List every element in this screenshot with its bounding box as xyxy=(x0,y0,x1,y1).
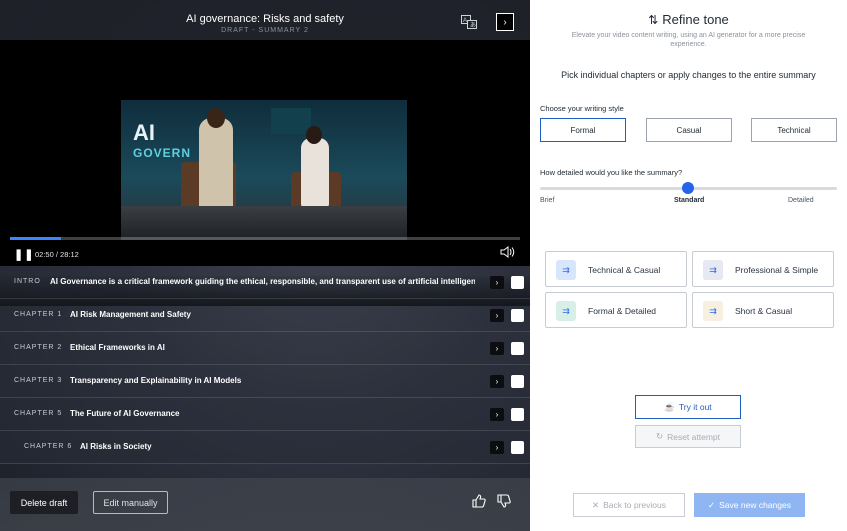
chevron-right-icon[interactable]: › xyxy=(490,441,504,454)
chapter-checkbox[interactable] xyxy=(511,276,524,289)
style-technical-button[interactable]: Technical xyxy=(751,118,837,142)
collapse-panel-icon[interactable]: › xyxy=(496,13,514,31)
translate-icon[interactable]: Aあ xyxy=(460,13,478,31)
chapter-tag: CHAPTER 6 xyxy=(24,443,73,450)
style-casual-button[interactable]: Casual xyxy=(646,118,732,142)
volume-icon[interactable] xyxy=(500,246,516,261)
thumbs-up-icon[interactable] xyxy=(472,494,486,511)
chapter-name: AI Risks in Society xyxy=(80,442,152,451)
chapter-name: Ethical Frameworks in AI xyxy=(70,343,165,352)
chapter-checkbox[interactable] xyxy=(511,375,524,388)
svg-text:あ: あ xyxy=(470,22,476,29)
player-controls: ❚❚ 02:50 / 28:12 xyxy=(0,232,530,266)
combo-label: Short & Casual xyxy=(735,306,793,316)
detail-level-brief: Brief xyxy=(540,197,555,204)
chapter-row-intro[interactable]: INTRO AI Governance is a critical framew… xyxy=(0,266,530,299)
sparkle-list-icon: ⇉ xyxy=(703,260,723,280)
playback-time: 02:50 / 28:12 xyxy=(35,250,79,259)
svg-text:A: A xyxy=(463,18,467,24)
draft-subtitle: DRAFT - SUMMARY 2 xyxy=(221,27,309,34)
chapter-name: The Future of AI Governance xyxy=(70,409,180,418)
pick-instructions: Pick individual chapters or apply change… xyxy=(561,70,816,80)
chapter-name: AI Risk Management and Safety xyxy=(70,310,191,319)
panel-title: Refine tone xyxy=(662,12,729,27)
chapter-name: Transparency and Explainability in AI Mo… xyxy=(70,376,242,385)
chevron-right-icon[interactable]: › xyxy=(490,309,504,322)
save-label: Save new changes xyxy=(719,500,791,510)
scene-logo: AI xyxy=(133,120,155,145)
chevron-right-icon[interactable]: › xyxy=(490,276,504,289)
chapter-tag: CHAPTER 5 xyxy=(14,410,63,417)
chapter-list: INTRO AI Governance is a critical framew… xyxy=(0,266,530,464)
chapter-row-6[interactable]: CHAPTER 6 AI Risks in Society › xyxy=(0,431,530,464)
chapter-row-2[interactable]: CHAPTER 2 Ethical Frameworks in AI › xyxy=(0,332,530,365)
delete-draft-button[interactable]: Delete draft xyxy=(10,491,78,514)
progress-bar[interactable] xyxy=(10,237,520,240)
sparkle-list-icon: ⇉ xyxy=(556,260,576,280)
tune-icon: ⇅ xyxy=(648,13,659,27)
chapter-row-3[interactable]: CHAPTER 3 Transparency and Explainabilit… xyxy=(0,365,530,398)
pause-icon[interactable]: ❚❚ xyxy=(14,248,34,261)
chevron-right-icon[interactable]: › xyxy=(490,342,504,355)
style-formal-button[interactable]: Formal xyxy=(540,118,626,142)
thumbs-down-icon[interactable] xyxy=(497,494,511,511)
close-icon: ✕ xyxy=(592,499,600,510)
chapter-tag: CHAPTER 2 xyxy=(14,344,63,351)
sparkle-list-icon: ⇉ xyxy=(703,301,723,321)
reset-attempt-button[interactable]: ↻ Reset attempt xyxy=(635,425,741,448)
cup-icon: ☕ xyxy=(664,401,675,412)
combo-professional-simple[interactable]: ⇉ Professional & Simple xyxy=(692,251,834,287)
detail-slider-handle[interactable] xyxy=(682,182,694,194)
detail-level-standard: Standard xyxy=(674,197,705,204)
panel-title-row: ⇅ Refine tone xyxy=(530,12,847,27)
edit-manually-button[interactable]: Edit manually xyxy=(93,491,168,514)
video-frame: AI GOVERN xyxy=(121,100,407,240)
chevron-right-icon[interactable]: › xyxy=(490,375,504,388)
chapter-checkbox[interactable] xyxy=(511,441,524,454)
chapter-row-5[interactable]: CHAPTER 5 The Future of AI Governance › xyxy=(0,398,530,431)
chapter-tag: CHAPTER 3 xyxy=(14,377,63,384)
combo-short-casual[interactable]: ⇉ Short & Casual xyxy=(692,292,834,328)
panel-description: Elevate your video content writing, usin… xyxy=(571,32,806,48)
back-to-previous-button[interactable]: ✕ Back to previous xyxy=(573,493,685,517)
chevron-right-icon[interactable]: › xyxy=(490,408,504,421)
detail-level-detailed: Detailed xyxy=(788,197,814,204)
refresh-icon: ↻ xyxy=(655,431,664,441)
try-label: Try it out xyxy=(678,402,712,412)
chapter-checkbox[interactable] xyxy=(511,309,524,322)
chapter-checkbox[interactable] xyxy=(511,408,524,421)
chapter-row-1[interactable]: CHAPTER 1 AI Risk Management and Safety … xyxy=(0,299,530,332)
reset-label: Reset attempt xyxy=(667,431,721,442)
video-title: AI governance: Risks and safety xyxy=(186,13,344,25)
draft-actions: Delete draft Edit manually xyxy=(0,478,530,531)
style-label: Choose your writing style xyxy=(540,104,624,113)
check-icon: ✓ xyxy=(708,499,716,510)
combo-label: Professional & Simple xyxy=(735,265,819,275)
chapter-checkbox[interactable] xyxy=(511,342,524,355)
chapter-name: AI Governance is a critical framework gu… xyxy=(50,277,475,286)
combo-label: Technical & Casual xyxy=(588,265,661,275)
back-label: Back to previous xyxy=(603,500,666,510)
video-panel: AI governance: Risks and safety DRAFT - … xyxy=(0,0,530,531)
chapter-tag: CHAPTER 1 xyxy=(14,311,63,318)
refine-tone-panel: ⇅ Refine tone Elevate your video content … xyxy=(530,0,847,531)
save-new-changes-button[interactable]: ✓ Save new changes xyxy=(694,493,805,517)
scene-logo-sub: GOVERN xyxy=(133,146,192,160)
sparkle-list-icon: ⇉ xyxy=(556,301,576,321)
detail-label: How detailed would you like the summary? xyxy=(540,168,683,177)
video-header: AI governance: Risks and safety DRAFT - … xyxy=(0,0,530,40)
combo-formal-detailed[interactable]: ⇉ Formal & Detailed xyxy=(545,292,687,328)
combo-label: Formal & Detailed xyxy=(588,306,657,316)
chapter-tag: INTRO xyxy=(14,278,41,285)
try-it-out-button[interactable]: ☕ Try it out xyxy=(635,395,741,419)
combo-technical-casual[interactable]: ⇉ Technical & Casual xyxy=(545,251,687,287)
